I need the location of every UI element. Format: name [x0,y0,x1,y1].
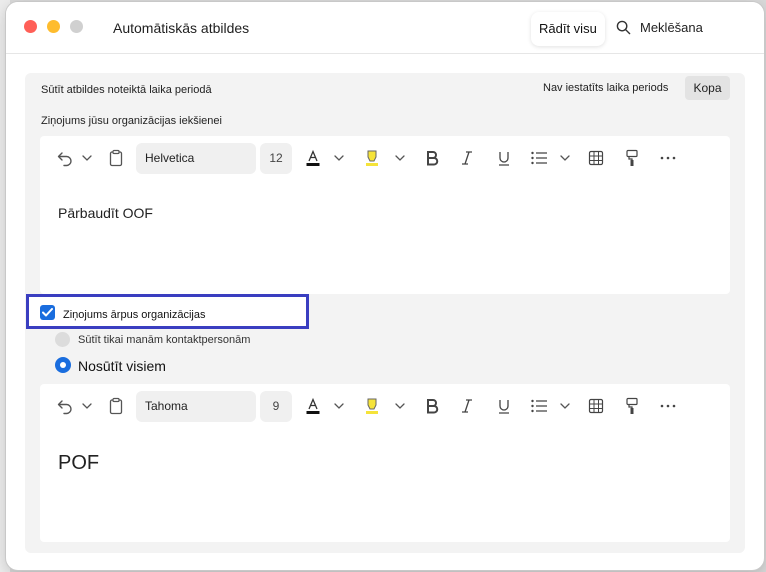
search-field[interactable]: Meklēšana [616,20,703,35]
inside-message-text[interactable]: Pārbaudīt OOF [58,205,153,221]
chevron-down-icon[interactable] [393,384,407,428]
set-period-button[interactable]: Kopa [685,76,730,100]
clipboard-icon[interactable] [106,136,126,180]
auto-reply-window: Automātiskās atbildes Rādīt visu Meklēša… [6,2,764,570]
underline-icon[interactable] [494,384,514,428]
bullet-list-icon[interactable] [528,136,550,180]
chevron-down-icon[interactable] [558,136,572,180]
undo-icon[interactable] [54,384,76,428]
underline-icon[interactable] [494,136,514,180]
undo-icon[interactable] [54,136,76,180]
highlighter-icon[interactable] [362,384,382,428]
italic-icon[interactable] [457,384,477,428]
chevron-down-icon[interactable] [80,384,94,428]
title-bar: Automātiskās atbildes Rādīt visu Meklēša… [6,2,764,54]
close-window-button[interactable] [24,20,37,33]
inside-message-editor[interactable]: Helvetica 12 Pārbaudīt OOF [40,136,730,294]
bold-icon[interactable] [422,136,442,180]
chevron-down-icon[interactable] [80,136,94,180]
font-size-select[interactable]: 9 [260,391,292,422]
bold-icon[interactable] [422,384,442,428]
font-family-select[interactable]: Tahoma [136,391,256,422]
chevron-down-icon[interactable] [332,136,346,180]
font-color-icon[interactable] [303,384,323,428]
search-label: Meklēšana [640,20,703,35]
radio-send-all[interactable] [55,357,71,373]
font-family-select[interactable]: Helvetica [136,143,256,174]
minimize-window-button[interactable] [47,20,60,33]
table-icon[interactable] [586,384,606,428]
bullet-list-icon[interactable] [528,384,550,428]
show-all-button[interactable]: Rādīt visu [531,12,605,46]
chevron-down-icon[interactable] [393,136,407,180]
outside-toolbar: Tahoma 9 [40,384,730,428]
checkmark-icon [42,308,53,317]
outside-message-label[interactable]: Ziņojums ārpus organizācijas [63,309,205,321]
inside-toolbar: Helvetica 12 [40,136,730,180]
radio-contacts-only[interactable] [55,332,70,347]
outside-message-text[interactable]: POF [58,452,99,475]
italic-icon[interactable] [457,136,477,180]
radio-send-all-label[interactable]: Nosūtīt visiem [78,358,166,374]
clipboard-icon[interactable] [106,384,126,428]
more-options-icon[interactable] [658,136,678,180]
more-options-icon[interactable] [658,384,678,428]
highlighter-icon[interactable] [362,136,382,180]
font-size-select[interactable]: 12 [260,143,292,174]
schedule-label[interactable]: Sūtīt atbildes noteiktā laika periodā [41,84,212,96]
maximize-window-button[interactable] [70,20,83,33]
schedule-status: Nav iestatīts laika periods [543,82,669,94]
chevron-down-icon[interactable] [332,384,346,428]
outside-message-checkbox[interactable] [40,305,55,320]
table-icon[interactable] [586,136,606,180]
window-title: Automātiskās atbildes [113,20,250,36]
outside-message-editor[interactable]: Tahoma 9 POF [40,384,730,542]
inside-message-label: Ziņojums jūsu organizācijas iekšienei [41,115,222,127]
chevron-down-icon[interactable] [558,384,572,428]
search-icon [616,20,631,35]
font-color-icon[interactable] [303,136,323,180]
radio-contacts-only-label[interactable]: Sūtīt tikai manām kontaktpersonām [78,334,250,346]
format-painter-icon[interactable] [622,136,642,180]
format-painter-icon[interactable] [622,384,642,428]
